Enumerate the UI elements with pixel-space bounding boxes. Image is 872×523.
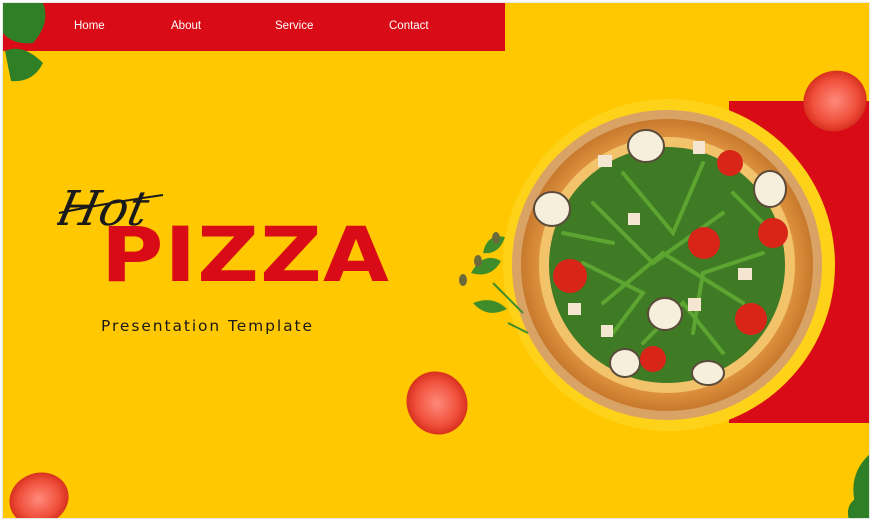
main-title: PIZZA <box>101 210 390 299</box>
basil-leaf-icon <box>848 454 869 518</box>
basil-leaf-icon <box>3 3 46 82</box>
tomato-slice-icon <box>406 371 468 435</box>
pizza-image <box>512 110 822 420</box>
subtitle: Presentation Template <box>101 317 314 335</box>
slide: Home About Service Contact Hot PIZZA Pre… <box>2 2 870 519</box>
tomato-slice-icon <box>803 70 867 132</box>
tomato-slice-icon <box>9 472 69 518</box>
